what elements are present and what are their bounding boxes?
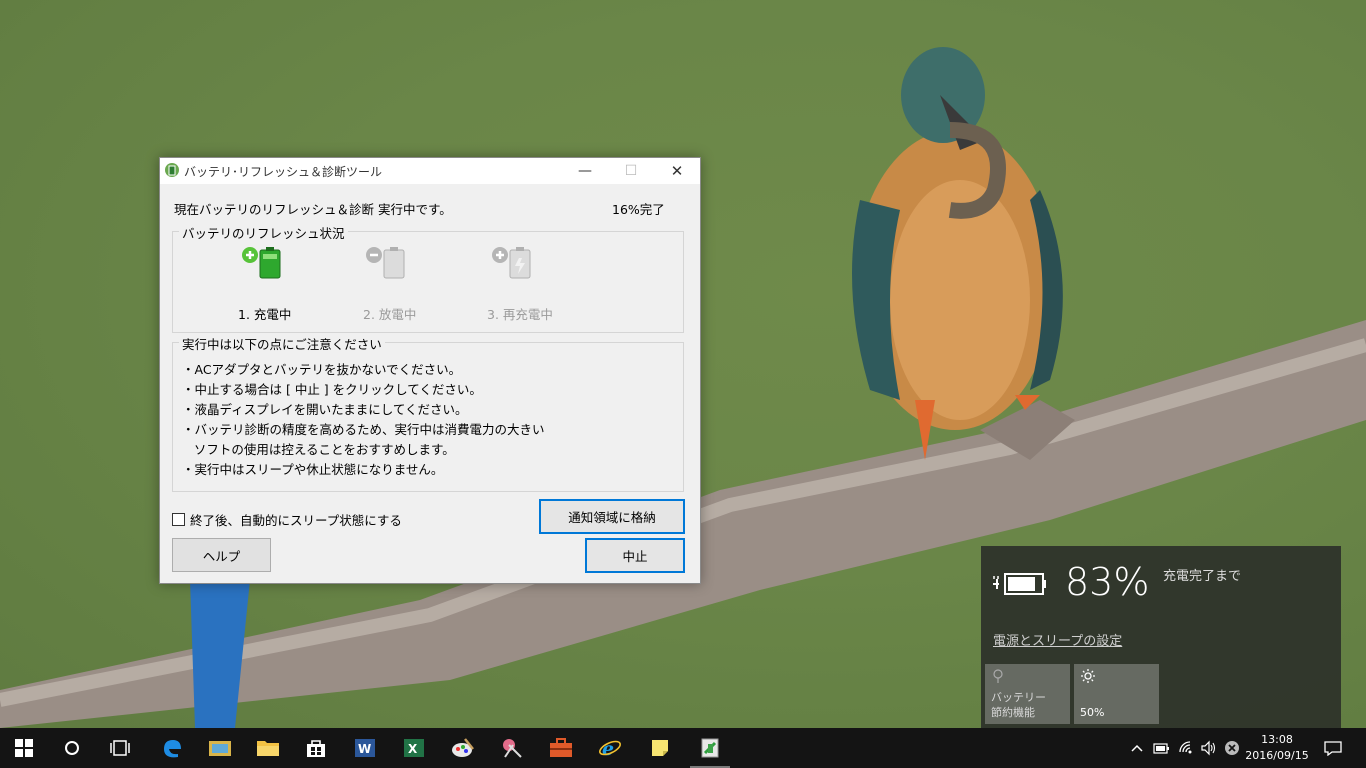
maximize-button[interactable]: ☐ bbox=[608, 158, 654, 184]
note-line: ・ACアダプタとバッテリを抜かないでください。 bbox=[182, 362, 462, 377]
minimize-to-tray-button[interactable]: 通知領域に格納 bbox=[539, 499, 685, 534]
brightness-tile[interactable]: 50% bbox=[1074, 664, 1159, 724]
chevron-up-icon[interactable] bbox=[1129, 740, 1145, 756]
store-icon bbox=[307, 740, 325, 757]
recharging-battery-icon bbox=[492, 247, 531, 279]
cortana-button[interactable] bbox=[48, 728, 96, 768]
minimize-button[interactable]: — bbox=[562, 158, 608, 184]
note-line: ・実行中はスリープや休止状態になりません。 bbox=[182, 462, 444, 477]
taskbar: W X e 13:08 2016/09/15 bbox=[0, 728, 1366, 768]
battery-tool-icon bbox=[701, 738, 719, 758]
battery-tray-icon[interactable] bbox=[1153, 740, 1171, 756]
paint-icon bbox=[452, 738, 474, 757]
edge-icon bbox=[164, 740, 181, 758]
taskbar-snipping[interactable] bbox=[488, 728, 536, 768]
start-button[interactable] bbox=[0, 728, 48, 768]
dialog-titlebar[interactable]: バッテリ･リフレッシュ＆診断ツール — ☐ ✕ bbox=[160, 158, 700, 184]
charging-battery-icon bbox=[242, 247, 281, 279]
brightness-label: 50% bbox=[1080, 706, 1105, 719]
file-manager-icon bbox=[209, 741, 231, 756]
notes-group: 実行中は以下の点にご注意ください ・ACアダプタとバッテリを抜かないでください。… bbox=[172, 334, 684, 492]
battery-saver-tile[interactable]: バッテリー 節約機能 bbox=[985, 664, 1070, 724]
note-line: ・液晶ディスプレイを開いたままにしてください。 bbox=[182, 402, 468, 417]
taskbar-word[interactable]: W bbox=[341, 728, 389, 768]
taskbar-battery-tool[interactable] bbox=[686, 728, 734, 768]
taskbar-excel[interactable]: X bbox=[390, 728, 438, 768]
task-view-button[interactable] bbox=[96, 728, 144, 768]
taskbar-file-manager[interactable] bbox=[196, 728, 244, 768]
taskbar-store[interactable] bbox=[292, 728, 340, 768]
explorer-icon bbox=[257, 741, 279, 756]
disconnect-icon[interactable] bbox=[1224, 740, 1240, 756]
step-recharging-label: 3. 再充電中 bbox=[487, 307, 553, 322]
stop-button[interactable]: 中止 bbox=[585, 538, 685, 573]
auto-sleep-label[interactable]: 終了後、自動的にスリープ状態にする bbox=[190, 510, 402, 529]
excel-icon: X bbox=[404, 739, 424, 757]
step-charging-label: 1. 充電中 bbox=[238, 307, 292, 322]
battery-saver-icon bbox=[993, 669, 1003, 683]
battery-percent: 83% bbox=[1065, 560, 1150, 604]
ie-icon: e bbox=[599, 738, 621, 760]
cortana-icon bbox=[65, 741, 79, 755]
battery-flyout: 83% 充電完了まで 電源とスリープの設定 バッテリー 節約機能 50% bbox=[981, 546, 1341, 728]
progress-percent: 16%完了 bbox=[612, 202, 665, 217]
word-icon: W bbox=[355, 739, 375, 757]
auto-sleep-option[interactable]: 終了後、自動的にスリープ状態にする bbox=[172, 510, 402, 529]
charge-status: 充電完了まで bbox=[1163, 569, 1242, 584]
clock-time: 13:08 bbox=[1261, 733, 1293, 746]
start-icon bbox=[15, 739, 33, 757]
auto-sleep-checkbox[interactable] bbox=[172, 513, 185, 526]
taskbar-ie[interactable]: e bbox=[586, 728, 634, 768]
refresh-status-group: バッテリのリフレッシュ状況 1. 充電中 2. 放電中 3. 再充電中 bbox=[172, 223, 684, 333]
help-button[interactable]: ヘルプ bbox=[172, 538, 271, 572]
task-view-icon bbox=[110, 740, 130, 756]
taskbar-edge[interactable] bbox=[148, 728, 196, 768]
taskbar-clock[interactable]: 13:08 2016/09/15 bbox=[1244, 732, 1310, 764]
wifi-icon[interactable] bbox=[1178, 740, 1194, 756]
taskbar-explorer[interactable] bbox=[244, 728, 292, 768]
brightness-icon bbox=[1081, 669, 1095, 683]
battery-saver-label: バッテリー 節約機能 bbox=[991, 691, 1046, 719]
note-line: ソフトの使用は控えることをおすすめします。 bbox=[182, 442, 455, 457]
svg-text:X: X bbox=[408, 742, 418, 756]
svg-text:W: W bbox=[358, 742, 371, 756]
refresh-status-title: バッテリのリフレッシュ状況 bbox=[179, 223, 348, 242]
taskbar-toolbox[interactable] bbox=[537, 728, 585, 768]
close-button[interactable]: ✕ bbox=[654, 158, 700, 184]
note-line: ・中止する場合は [ 中止 ] をクリックしてください。 bbox=[182, 382, 482, 397]
power-sleep-settings-link[interactable]: 電源とスリープの設定 bbox=[993, 630, 1122, 649]
toolbox-icon bbox=[550, 738, 572, 757]
battery-refresh-dialog: バッテリ･リフレッシュ＆診断ツール — ☐ ✕ 現在バッテリのリフレッシュ＆診断… bbox=[159, 157, 701, 584]
taskbar-sticky-notes[interactable] bbox=[636, 728, 684, 768]
action-center-icon[interactable] bbox=[1324, 740, 1342, 756]
notes-title: 実行中は以下の点にご注意ください bbox=[179, 334, 385, 353]
volume-icon[interactable] bbox=[1200, 740, 1216, 756]
discharging-battery-icon bbox=[366, 247, 405, 279]
dialog-title: バッテリ･リフレッシュ＆診断ツール bbox=[184, 165, 383, 179]
battery-charging-icon bbox=[993, 573, 1046, 595]
battery-tool-icon bbox=[165, 163, 179, 177]
taskbar-paint[interactable] bbox=[439, 728, 487, 768]
status-message: 現在バッテリのリフレッシュ＆診断 実行中です。 bbox=[174, 202, 452, 217]
step-discharging-label: 2. 放電中 bbox=[363, 307, 417, 322]
note-line: ・バッテリ診断の精度を高めるため、実行中は消費電力の大きい bbox=[182, 422, 545, 437]
sticky-notes-icon bbox=[652, 740, 668, 756]
clock-date: 2016/09/15 bbox=[1245, 749, 1309, 762]
snipping-icon bbox=[503, 739, 522, 758]
